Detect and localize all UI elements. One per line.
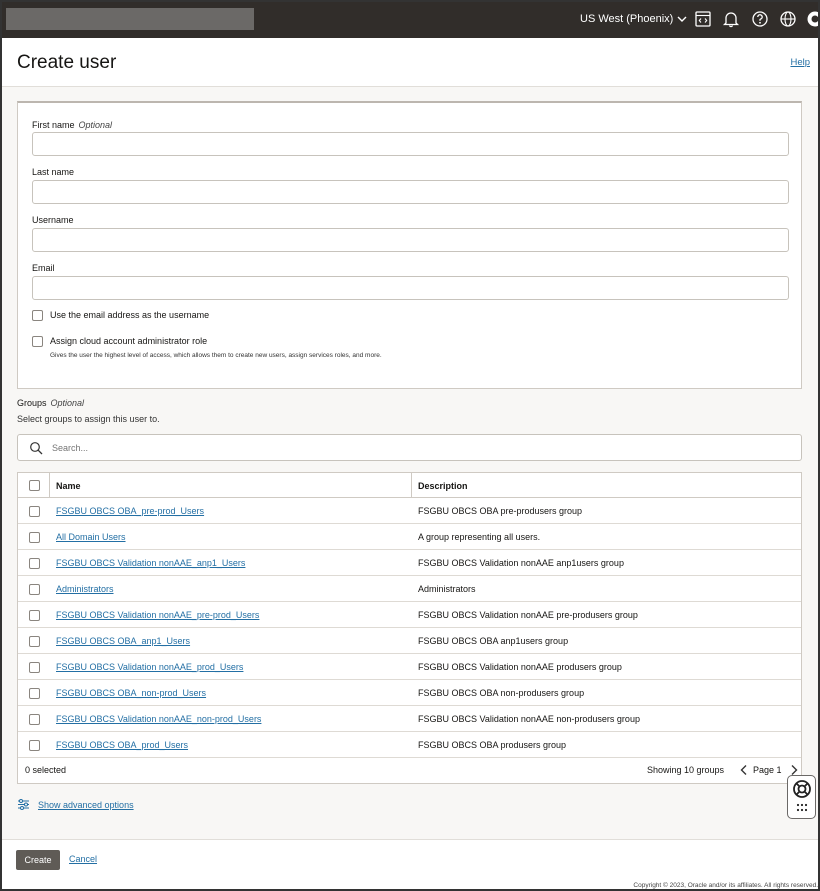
table-row[interactable]: FSGBU OBCS Validation nonAAE_prod_Users F… — [18, 654, 801, 680]
email-input[interactable] — [32, 276, 789, 300]
code-editor-icon[interactable] — [694, 10, 712, 28]
help-link[interactable]: Help — [790, 57, 810, 68]
group-search — [17, 434, 802, 461]
profile-icon[interactable] — [806, 10, 818, 28]
group-description: FSGBU OBCS OBA non-produsers group — [418, 688, 585, 698]
help-center-widget[interactable] — [787, 775, 816, 819]
table-row[interactable]: FSGBU OBCS OBA_pre-prod_Users FSGBU OBCS … — [18, 498, 801, 524]
last-name-label: Last name — [32, 167, 75, 177]
page-footer: Create Cancel Copyright © 2023, Oracle a… — [2, 839, 818, 889]
show-advanced-options[interactable]: Show advanced options — [17, 798, 134, 811]
group-description: FSGBU OBCS OBA pre-produsers group — [418, 506, 583, 516]
row-checkbox[interactable] — [29, 636, 40, 647]
group-name-link[interactable]: FSGBU OBCS Validation nonAAE_non-prod_Us… — [56, 714, 261, 724]
group-name-link[interactable]: FSGBU OBCS Validation nonAAE_pre-prod_Us… — [56, 610, 259, 620]
help-icon[interactable] — [751, 10, 769, 28]
column-divider — [49, 473, 50, 498]
table-row[interactable]: FSGBU OBCS Validation nonAAE_non-prod_Us… — [18, 706, 801, 732]
table-row[interactable]: FSGBU OBCS OBA_prod_Users FSGBU OBCS OBA … — [18, 732, 801, 758]
row-checkbox[interactable] — [29, 714, 40, 725]
show-advanced-options-label: Show advanced options — [38, 799, 134, 810]
group-description: FSGBU OBCS OBA anp1users group — [418, 636, 569, 646]
chevron-down-icon — [677, 16, 687, 22]
row-checkbox[interactable] — [29, 558, 40, 569]
copyright-text: Copyright © 2023, Oracle and/or its affi… — [633, 882, 818, 889]
grid-dots-icon — [796, 803, 808, 812]
group-description: FSGBU OBCS Validation nonAAE pre-produse… — [418, 610, 638, 620]
cancel-link[interactable]: Cancel — [69, 854, 97, 864]
table-header: Name Description — [18, 473, 801, 498]
table-row[interactable]: FSGBU OBCS Validation nonAAE_pre-prod_Us… — [18, 602, 801, 628]
chevron-left-icon[interactable] — [739, 764, 749, 776]
table-footer: 0 selected Showing 10 groups Page 1 — [18, 758, 801, 784]
group-description: FSGBU OBCS Validation nonAAE produsers g… — [418, 662, 622, 672]
group-description: Administrators — [418, 584, 476, 594]
lifebuoy-icon — [793, 780, 811, 798]
table-row[interactable]: FSGBU OBCS OBA_non-prod_Users FSGBU OBCS … — [18, 680, 801, 706]
globe-icon[interactable] — [779, 10, 797, 28]
last-name-input[interactable] — [32, 180, 789, 204]
optional-tag: Optional — [78, 120, 113, 130]
optional-tag: Optional — [50, 398, 85, 408]
first-name-label: First name Optional — [32, 120, 113, 130]
app-window: US West (Phoenix) Create user Help First… — [0, 0, 820, 891]
showing-count: Showing 10 groups — [647, 765, 725, 775]
table-row[interactable]: FSGBU OBCS Validation nonAAE_anp1_Users F… — [18, 550, 801, 576]
username-input[interactable] — [32, 228, 789, 252]
group-description: FSGBU OBCS OBA produsers group — [418, 740, 567, 750]
groups-label: Groups Optional — [17, 398, 85, 408]
table-row[interactable]: Administrators Administrators — [18, 576, 801, 602]
column-header-name[interactable]: Name — [56, 481, 81, 491]
sliders-icon — [18, 799, 29, 810]
table-row[interactable]: All Domain Users A group representing all… — [18, 524, 801, 550]
create-button[interactable]: Create — [16, 850, 60, 870]
row-checkbox[interactable] — [29, 662, 40, 673]
search-icon — [30, 442, 43, 455]
content-area: First name Optional Last name Username Em… — [2, 87, 818, 839]
row-checkbox[interactable] — [29, 610, 40, 621]
use-email-checkbox[interactable] — [32, 310, 43, 321]
groups-help: Select groups to assign this user to. — [17, 414, 160, 424]
select-all-checkbox[interactable] — [29, 480, 40, 491]
top-navigation-bar: US West (Phoenix) — [2, 2, 818, 38]
row-checkbox[interactable] — [29, 532, 40, 543]
brand-placeholder — [6, 8, 254, 30]
region-label: US West (Phoenix) — [580, 13, 674, 25]
admin-role-checkbox[interactable] — [32, 336, 43, 347]
table-row[interactable]: FSGBU OBCS OBA_anp1_Users FSGBU OBCS OBA … — [18, 628, 801, 654]
admin-role-help: Gives the user the highest level of acce… — [50, 352, 382, 359]
column-divider — [411, 473, 412, 498]
column-header-description[interactable]: Description — [418, 481, 468, 491]
group-name-link[interactable]: FSGBU OBCS OBA_anp1_Users — [56, 636, 190, 646]
group-name-link[interactable]: Administrators — [56, 584, 114, 594]
username-label: Username — [32, 215, 74, 225]
group-description: FSGBU OBCS Validation nonAAE non-produse… — [418, 714, 640, 724]
row-checkbox[interactable] — [29, 506, 40, 517]
group-description: FSGBU OBCS Validation nonAAE anp1users g… — [418, 558, 624, 568]
use-email-label: Use the email address as the username — [50, 310, 210, 320]
email-label: Email — [32, 263, 55, 273]
row-checkbox[interactable] — [29, 584, 40, 595]
first-name-input[interactable] — [32, 132, 789, 156]
group-name-link[interactable]: FSGBU OBCS OBA_non-prod_Users — [56, 688, 206, 698]
group-name-link[interactable]: FSGBU OBCS Validation nonAAE_prod_Users — [56, 662, 243, 672]
group-name-link[interactable]: FSGBU OBCS Validation nonAAE_anp1_Users — [56, 558, 245, 568]
page-title: Create user — [17, 52, 117, 73]
row-checkbox[interactable] — [29, 688, 40, 699]
admin-role-label: Assign cloud account administrator role — [50, 336, 208, 346]
bell-icon[interactable] — [722, 10, 740, 28]
page-indicator: Page 1 — [753, 765, 782, 775]
region-selector[interactable]: US West (Phoenix) — [580, 13, 687, 25]
group-search-input[interactable] — [52, 439, 752, 457]
group-description: A group representing all users. — [418, 532, 541, 542]
group-name-link[interactable]: All Domain Users — [56, 532, 126, 542]
row-checkbox[interactable] — [29, 740, 40, 751]
group-name-link[interactable]: FSGBU OBCS OBA_prod_Users — [56, 740, 188, 750]
group-name-link[interactable]: FSGBU OBCS OBA_pre-prod_Users — [56, 506, 204, 516]
groups-table: Name Description FSGBU OBCS OBA_pre-prod… — [17, 472, 802, 784]
selected-count: 0 selected — [25, 765, 67, 775]
user-details-panel: First name Optional Last name Username Em… — [17, 101, 802, 389]
